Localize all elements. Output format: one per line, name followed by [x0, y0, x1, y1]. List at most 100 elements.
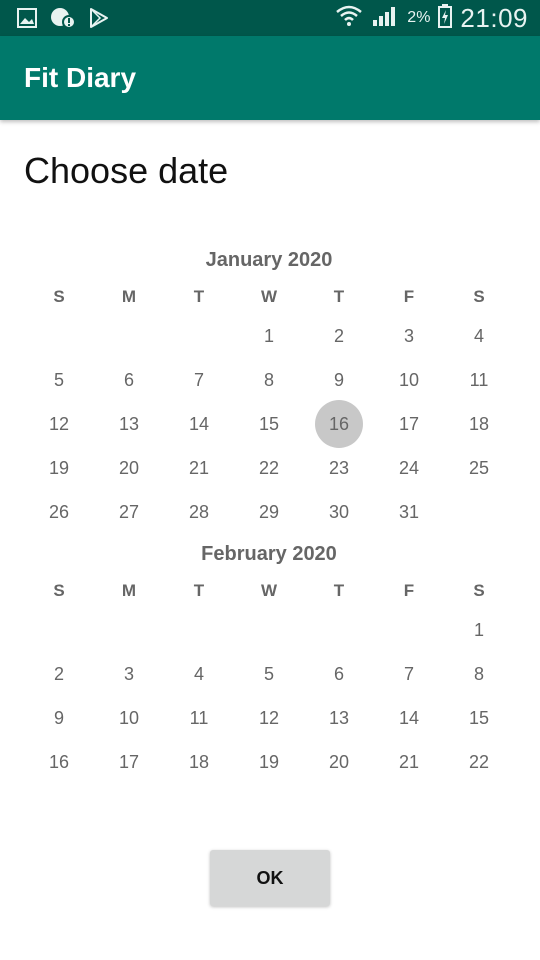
day-number: 22 [258, 457, 280, 478]
calendar-day[interactable]: 4 [444, 314, 514, 358]
day-number: 15 [468, 707, 490, 728]
clock: 21:09 [460, 2, 528, 33]
calendar-day[interactable]: 28 [164, 490, 234, 534]
calendar-day[interactable]: 3 [374, 314, 444, 358]
calendar-day[interactable]: 17 [94, 740, 164, 784]
day-number: 13 [118, 413, 140, 434]
day-number: 9 [333, 369, 344, 390]
calendar-day[interactable]: 5 [234, 652, 304, 696]
day-number: 3 [403, 325, 414, 346]
calendar-day[interactable]: 6 [94, 358, 164, 402]
calendar-day[interactable]: 2 [304, 314, 374, 358]
calendar-day[interactable]: 2 [24, 652, 94, 696]
day-number: 15 [258, 413, 280, 434]
calendar-day[interactable]: 8 [444, 652, 514, 696]
weekday-label: S [53, 581, 65, 600]
weekday-label: M [121, 287, 137, 306]
day-number: 1 [263, 325, 274, 346]
calendar-day[interactable]: 18 [164, 740, 234, 784]
day-number: 14 [188, 413, 210, 434]
calendar-day[interactable]: 22 [234, 446, 304, 490]
app-bar: Fit Diary [0, 36, 540, 120]
day-grid: 1 2 3 4 5 6 7 8 9 10 11 12 13 14 15 16 17 18 19 20 21 22 23 24 2… [24, 314, 514, 534]
day-number: 28 [188, 501, 210, 522]
ok-button[interactable]: OK [210, 850, 330, 906]
calendar-day[interactable]: 8 [234, 358, 304, 402]
empty-day-cell [94, 608, 164, 652]
calendar-day[interactable]: 15 [234, 402, 304, 446]
calendar-day[interactable]: 10 [374, 358, 444, 402]
calendar-day[interactable]: 16 [24, 740, 94, 784]
weekday-label: W [260, 287, 278, 306]
calendar-day[interactable]: 13 [304, 696, 374, 740]
day-number: 10 [398, 369, 420, 390]
day-number: 11 [469, 369, 489, 390]
calendar-day[interactable]: 14 [374, 696, 444, 740]
weekday-label: W [260, 581, 278, 600]
dialog-title: Choose date [24, 150, 229, 191]
calendar-day[interactable]: 26 [24, 490, 94, 534]
day-number: 12 [258, 707, 280, 728]
empty-day-cell [234, 608, 304, 652]
day-number: 14 [398, 707, 420, 728]
day-number: 23 [328, 457, 350, 478]
calendar-day[interactable]: 22 [444, 740, 514, 784]
calendar-day[interactable]: 29 [234, 490, 304, 534]
calendar-day[interactable]: 23 [304, 446, 374, 490]
calendar-day[interactable]: 15 [444, 696, 514, 740]
battery-percent: 2% [407, 9, 431, 26]
calendar: January 2020 S M T W T F S 1 2 3 4 5 6 7 8 9 10 11 12 13 14 15… [24, 240, 514, 784]
calendar-day[interactable]: 5 [24, 358, 94, 402]
day-number: 30 [328, 501, 350, 522]
day-number: 16 [48, 751, 70, 772]
empty-day-cell [164, 608, 234, 652]
calendar-day[interactable]: 21 [164, 446, 234, 490]
calendar-day[interactable]: 11 [444, 358, 514, 402]
calendar-day[interactable]: 19 [24, 446, 94, 490]
day-number: 27 [118, 501, 140, 522]
day-number: 12 [48, 413, 70, 434]
day-number: 29 [258, 501, 280, 522]
calendar-day[interactable]: 17 [374, 402, 444, 446]
day-number: 19 [48, 457, 70, 478]
day-number: 13 [328, 707, 350, 728]
calendar-day[interactable]: 21 [374, 740, 444, 784]
day-number: 5 [53, 369, 64, 390]
calendar-day[interactable]: 11 [164, 696, 234, 740]
play-store-icon [88, 7, 110, 34]
calendar-day[interactable]: 18 [444, 402, 514, 446]
weekday-label: S [53, 287, 65, 306]
empty-day-cell [24, 608, 94, 652]
day-number: 4 [473, 325, 484, 346]
calendar-day[interactable]: 9 [304, 358, 374, 402]
calendar-day[interactable]: 20 [94, 446, 164, 490]
calendar-day[interactable]: 19 [234, 740, 304, 784]
day-number: 31 [398, 501, 420, 522]
calendar-month: January 2020 S M T W T F S 1 2 3 4 5 6 7 8 9 10 11 12 13 14 15… [24, 240, 514, 534]
calendar-day[interactable]: 24 [374, 446, 444, 490]
calendar-day[interactable]: 1 [234, 314, 304, 358]
weekday-label: T [333, 287, 345, 306]
calendar-day[interactable]: 4 [164, 652, 234, 696]
calendar-day-selected[interactable]: 16 [304, 400, 374, 448]
calendar-day[interactable]: 6 [304, 652, 374, 696]
calendar-day[interactable]: 13 [94, 402, 164, 446]
calendar-day[interactable]: 7 [374, 652, 444, 696]
calendar-day[interactable]: 7 [164, 358, 234, 402]
calendar-day[interactable]: 14 [164, 402, 234, 446]
calendar-day[interactable]: 20 [304, 740, 374, 784]
day-number: 16 [315, 400, 363, 448]
calendar-day[interactable]: 12 [24, 402, 94, 446]
calendar-day[interactable]: 27 [94, 490, 164, 534]
calendar-day[interactable]: 10 [94, 696, 164, 740]
signal-icon [371, 4, 399, 33]
calendar-day[interactable]: 12 [234, 696, 304, 740]
calendar-day[interactable]: 3 [94, 652, 164, 696]
calendar-day[interactable]: 1 [444, 608, 514, 652]
calendar-day[interactable]: 31 [374, 490, 444, 534]
day-number: 3 [123, 663, 134, 684]
calendar-day[interactable]: 30 [304, 490, 374, 534]
day-number: 8 [263, 369, 274, 390]
calendar-day[interactable]: 9 [24, 696, 94, 740]
calendar-day[interactable]: 25 [444, 446, 514, 490]
